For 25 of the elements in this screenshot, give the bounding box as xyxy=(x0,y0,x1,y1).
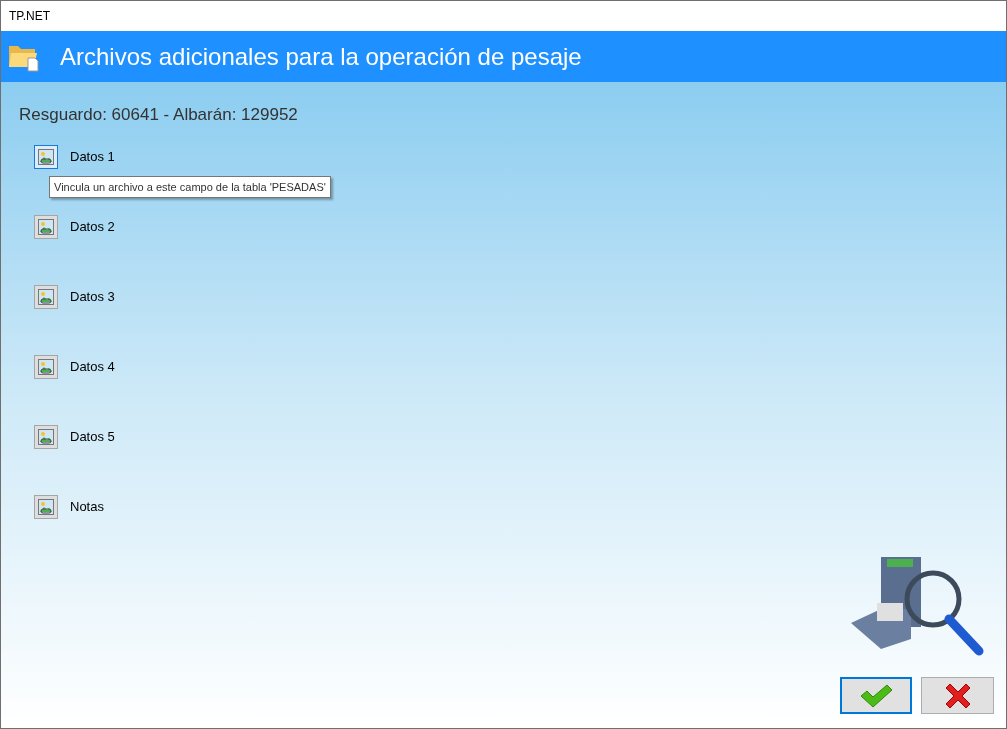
image-link-icon xyxy=(38,148,54,165)
attach-file-button[interactable] xyxy=(34,494,58,519)
window-title: TP.NET xyxy=(9,8,51,25)
field-label: Datos 1 xyxy=(70,147,115,166)
checkmark-icon xyxy=(859,683,893,708)
image-link-icon xyxy=(38,218,54,235)
field-label: Datos 5 xyxy=(70,427,115,446)
field-label: Datos 3 xyxy=(70,287,115,306)
header-title: Archivos adicionales para la operación de pesaje xyxy=(60,41,582,72)
tooltip: Vincula un archivo a este campo de la tabla 'PESADAS' xyxy=(49,175,331,198)
field-label: Notas xyxy=(70,497,104,516)
image-link-icon xyxy=(38,358,54,375)
attach-file-button[interactable] xyxy=(34,284,58,309)
attach-file-button[interactable] xyxy=(34,354,58,379)
record-info: Resguardo: 60641 - Albarán: 129952 xyxy=(19,105,298,124)
field-label: Datos 4 xyxy=(70,357,115,376)
accept-button[interactable] xyxy=(840,677,912,714)
attach-file-button[interactable] xyxy=(34,214,58,239)
cancel-button[interactable] xyxy=(921,677,994,714)
field-label: Datos 2 xyxy=(70,217,115,236)
attach-file-button[interactable] xyxy=(34,144,58,169)
image-link-icon xyxy=(38,288,54,305)
image-link-icon xyxy=(38,428,54,445)
image-link-icon xyxy=(38,498,54,515)
attach-file-button[interactable] xyxy=(34,424,58,449)
